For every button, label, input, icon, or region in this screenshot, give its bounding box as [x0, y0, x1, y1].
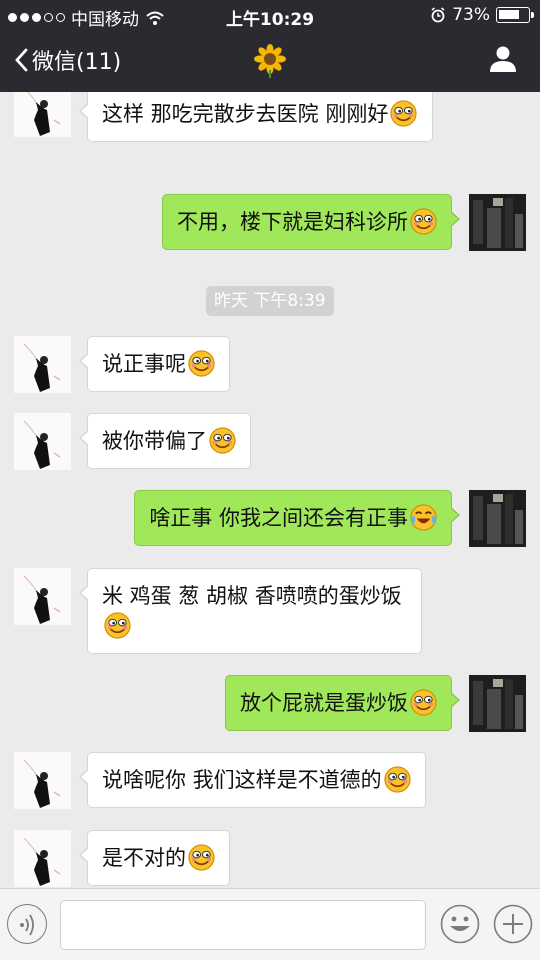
person-icon[interactable] — [488, 44, 518, 74]
message-bubble-in[interactable]: 米 鸡蛋 葱 胡椒 香喷喷的蛋炒饭 — [79, 568, 422, 654]
my-avatar[interactable] — [469, 490, 526, 547]
nav-bar: 微信(11) — [0, 38, 540, 86]
input-bar — [0, 888, 540, 960]
back-label: 微信(11) — [32, 50, 122, 75]
message-bubble-out[interactable]: 啥正事 你我之间还会有正事 — [134, 490, 460, 546]
message-bubble-in[interactable]: 是不对的 — [79, 830, 230, 886]
grin-emoji — [384, 766, 411, 793]
message-bubble-out[interactable]: 放个屁就是蛋炒饭 — [225, 675, 460, 731]
message-text: 是不对的 — [102, 846, 186, 870]
friend-avatar[interactable] — [14, 336, 71, 393]
friend-avatar-image — [14, 413, 71, 470]
message-text: 说正事呢 — [102, 352, 186, 376]
friend-avatar[interactable] — [14, 92, 71, 137]
voice-icon — [20, 914, 34, 936]
my-avatar-image — [469, 194, 526, 251]
friend-avatar[interactable] — [14, 568, 71, 625]
smiley-icon[interactable] — [440, 904, 480, 944]
chat-area[interactable]: 这样 那吃完散步去医院 刚刚好 不用，楼下就是妇科诊所 昨天 下午8:39 说正… — [0, 92, 540, 888]
timestamp-badge: 昨天 下午8:39 — [206, 286, 334, 316]
message-bubble-in[interactable]: 说啥呢你 我们这样是不道德的 — [79, 752, 426, 808]
message-text: 这样 那吃完散步去医院 刚刚好 — [102, 102, 389, 126]
message-text: 啥正事 你我之间还会有正事 — [149, 506, 408, 530]
battery-percent: 73% — [452, 5, 490, 25]
friend-avatar-image — [14, 336, 71, 393]
friend-avatar-image — [14, 830, 71, 887]
friend-avatar-image — [14, 568, 71, 625]
message-bubble-in[interactable]: 这样 那吃完散步去医院 刚刚好 — [79, 92, 433, 142]
my-avatar[interactable] — [469, 194, 526, 251]
grin-emoji — [104, 612, 131, 639]
battery-fill — [499, 10, 519, 19]
alarm-icon — [431, 7, 445, 23]
battery-icon — [496, 7, 534, 23]
friend-avatar-image — [14, 92, 71, 137]
voice-button[interactable] — [7, 904, 47, 944]
friend-avatar[interactable] — [14, 830, 71, 887]
friend-avatar[interactable] — [14, 413, 71, 470]
status-bar: 中国移动 上午10:29 73% — [0, 0, 540, 32]
message-input[interactable] — [60, 900, 426, 950]
status-right: 73% — [430, 5, 534, 25]
message-text: 放个屁就是蛋炒饭 — [240, 691, 408, 715]
chevron-left-icon — [15, 48, 28, 72]
grin-emoji — [410, 689, 437, 716]
message-text: 说啥呢你 我们这样是不道德的 — [102, 768, 382, 792]
message-bubble-in[interactable]: 说正事呢 — [79, 336, 230, 392]
laugh-cry-emoji — [410, 504, 437, 531]
sunflower-icon — [254, 44, 286, 78]
friend-avatar[interactable] — [14, 752, 71, 809]
message-text: 被你带偏了 — [102, 429, 207, 453]
grin-emoji — [390, 100, 417, 127]
message-text: 米 鸡蛋 葱 胡椒 香喷喷的蛋炒饭 — [102, 584, 402, 608]
friend-avatar-image — [14, 752, 71, 809]
my-avatar[interactable] — [469, 675, 526, 732]
grin-emoji — [188, 350, 215, 377]
grin-emoji — [209, 427, 236, 454]
my-avatar-image — [469, 490, 526, 547]
message-text: 不用，楼下就是妇科诊所 — [177, 210, 408, 234]
grin-emoji — [188, 844, 215, 871]
grin-emoji — [410, 208, 437, 235]
plus-icon[interactable] — [493, 904, 533, 944]
back-button[interactable]: 微信(11) — [14, 44, 121, 76]
my-avatar-image — [469, 675, 526, 732]
message-bubble-in[interactable]: 被你带偏了 — [79, 413, 251, 469]
message-bubble-out[interactable]: 不用，楼下就是妇科诊所 — [162, 194, 460, 250]
top-bar: 中国移动 上午10:29 73% 微信(11) — [0, 0, 540, 92]
